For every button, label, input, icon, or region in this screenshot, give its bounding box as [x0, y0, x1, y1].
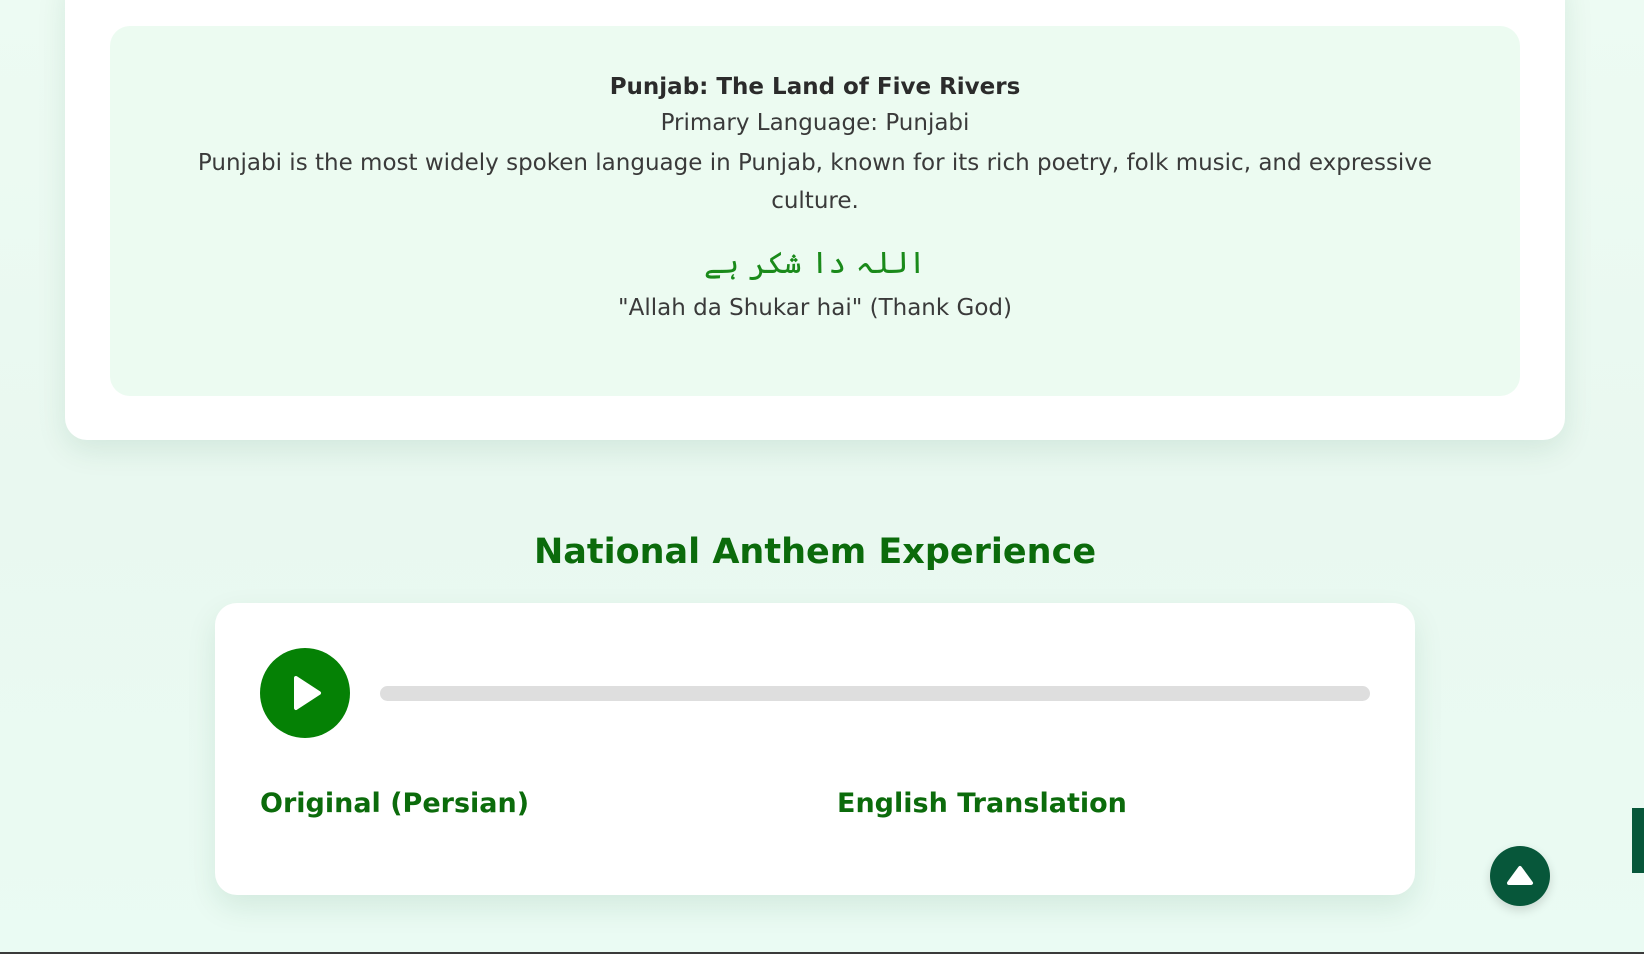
anthem-progress-bar[interactable] — [380, 686, 1370, 701]
play-button[interactable] — [260, 648, 350, 738]
language-card: Punjab: The Land of Five Rivers Primary … — [65, 0, 1565, 440]
anthem-section-title: National Anthem Experience — [533, 532, 1097, 572]
side-panel-tab[interactable] — [1632, 808, 1644, 873]
language-description: Punjabi is the most widely spoken langua… — [197, 150, 1433, 214]
page: Punjab: The Land of Five Rivers Primary … — [0, 0, 1644, 954]
original-lyrics-heading: Original (Persian) — [260, 788, 530, 819]
play-icon — [294, 676, 321, 710]
language-highlight-box: Punjab: The Land of Five Rivers Primary … — [110, 26, 1520, 396]
region-title: Punjab: The Land of Five Rivers — [609, 74, 1021, 100]
english-translation-heading: English Translation — [837, 788, 1127, 819]
scroll-to-top-button[interactable] — [1490, 846, 1550, 906]
anthem-player-card: Original (Persian) English Translation — [215, 603, 1415, 895]
chevron-up-icon — [1507, 866, 1533, 885]
phrase-transliteration: "Allah da Shukar hai" (Thank God) — [618, 295, 1012, 321]
native-phrase: اللہ دا شکر ہے — [704, 246, 926, 281]
primary-language: Primary Language: Punjabi — [660, 110, 970, 136]
